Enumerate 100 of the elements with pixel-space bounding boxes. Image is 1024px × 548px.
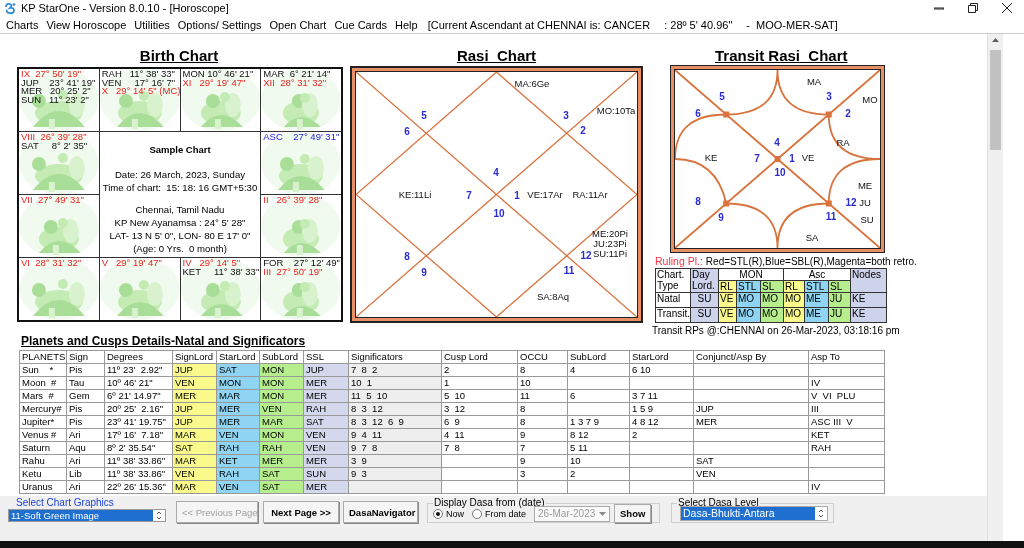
menu-item[interactable]: Charts <box>2 18 43 31</box>
menu-item[interactable]: View Horoscope <box>42 18 131 31</box>
planet-position-text: JUP 23° 41' 19" <box>21 78 97 88</box>
dropdown-arrow-icon <box>599 511 607 516</box>
house-number: 3 <box>826 90 832 102</box>
field-label: Select Chart Graphics <box>16 498 115 508</box>
column-header: Significators <box>348 350 442 364</box>
table-cell: Ari <box>66 454 105 468</box>
column-header: Cusp Lord <box>441 350 518 364</box>
table-cell: 8º 2' 35.54" <box>104 441 173 455</box>
house-number: 6 <box>695 107 701 119</box>
table-cell: Rahu <box>19 454 67 468</box>
table-cell: Aqu <box>66 441 105 455</box>
planet-position-text: SAT 8° 2' 35" <box>21 141 89 151</box>
table-cell: 6 10 <box>629 363 694 377</box>
restore-icon[interactable] <box>968 3 978 13</box>
table-cell: 3 <box>517 467 568 481</box>
chart-info-text: Chennai, Tamil Nadu <box>135 204 225 215</box>
table-cell: Saturn <box>19 441 67 455</box>
house-number: 12 <box>845 196 857 208</box>
table-cell: Ari <box>66 428 105 442</box>
status-text: [Current Ascendant at CHENNAI is: CANCER <box>427 18 651 31</box>
planet-position-text: SUN 11° 23' 2" <box>21 95 89 105</box>
planet-label: SU:11Pi <box>592 247 628 259</box>
chart-graphics-field[interactable]: 11-Soft Green Image <box>8 509 166 522</box>
table-cell: 10º 46' 21" <box>104 376 173 390</box>
house-number: 12 <box>580 249 592 261</box>
planet-label: RA <box>836 136 850 148</box>
table-header: MON <box>718 268 784 281</box>
house-number: 1 <box>514 189 520 201</box>
table-cell: 10 <box>517 376 568 390</box>
house-cusp-text: III 27° 50' 19" <box>263 267 324 277</box>
button[interactable]: Next Page >> <box>263 501 339 523</box>
table-cell: 8 <box>517 402 568 416</box>
chart-info-text: (Age: 0 Yrs. 0 month) <box>133 243 227 254</box>
table-cell: 1 3 7 9 <box>567 415 630 429</box>
house-number: 10 <box>774 166 786 178</box>
table-cell: 23º 41' 19.75" <box>104 415 173 429</box>
table-header: Nodes <box>850 268 887 293</box>
show-button[interactable]: Show <box>614 504 652 523</box>
chart-title: Birth Chart <box>138 47 220 65</box>
menu-item[interactable]: Utilities <box>130 18 174 31</box>
table-cell: Mercury# <box>19 402 67 416</box>
planet-position-text: MON 10° 46' 21" <box>182 70 255 79</box>
column-header: PLANETS <box>19 350 67 364</box>
table-cell: 4 <box>567 363 630 377</box>
chart-title: Rasi Chart <box>455 47 538 65</box>
close-icon[interactable] <box>1002 3 1012 13</box>
radio-button[interactable] <box>472 508 482 519</box>
radio-button[interactable] <box>433 508 443 519</box>
table-cell: Lib <box>66 467 105 481</box>
house-number: 7 <box>754 152 760 164</box>
table-cell: 22º 26' 15.36" <box>104 480 173 494</box>
menu-item[interactable]: Open Chart <box>265 18 331 31</box>
table-cell: 7 <box>517 441 568 455</box>
house-cusp-text: IX 27° 50' 19" <box>21 70 83 79</box>
column-header: Conjunct/Asp By <box>693 350 809 364</box>
table-cell: Moon # <box>19 376 67 390</box>
menu-item[interactable]: Help <box>391 18 422 31</box>
chart-info-text: KP New Ayanamsa : 24° 5' 28" <box>114 217 246 228</box>
planet-label: MO:10Ta <box>596 104 636 116</box>
dasa-level-field[interactable]: Dasa-Bhukti-Antara <box>680 506 828 521</box>
legend-text: Red=STL(R),Blue=SBL(R),Magenta=both retro. <box>705 255 917 267</box>
table-cell: KET <box>808 428 885 442</box>
house-number: 9 <box>718 211 724 223</box>
app-icon <box>4 1 17 15</box>
table-header: Asc <box>783 268 851 281</box>
planet-label: ME <box>857 179 873 191</box>
table-cell: Pis <box>66 363 105 377</box>
table-cell: Tau <box>66 376 105 390</box>
table-cell: 10 <box>567 454 630 468</box>
table-cell: 2 <box>567 467 630 481</box>
table-cell: 4 8 12 <box>629 415 694 429</box>
menu-item[interactable]: Cue Cards <box>330 18 391 31</box>
table-header: Chart. Type <box>655 268 691 293</box>
column-header: StarLord <box>629 350 694 364</box>
house-cusp-text: VI 28° 31' 32" <box>21 259 83 268</box>
table-cell: 9 <box>517 428 568 442</box>
house-number: 2 <box>845 107 851 119</box>
table-cell: RAH <box>808 441 885 455</box>
scrollbar-thumb[interactable] <box>990 50 1001 150</box>
table-cell: Sun * <box>19 363 67 377</box>
section-title: Planets and Cusps Details-Natal and Significators <box>21 334 307 350</box>
column-header: SSL <box>303 350 349 364</box>
button[interactable]: DasaNavigator <box>343 501 418 523</box>
table-cell: ASC III V <box>808 415 885 429</box>
table-cell: IV <box>808 480 885 494</box>
status-text: - MOO-MER-SAT] <box>746 18 838 31</box>
planet-label: KE:11Li <box>398 188 432 200</box>
house-cusp-text: X 29° 14' 5" (MC) <box>101 87 178 96</box>
table-cell: 1 <box>441 376 518 390</box>
table-cell: Ketu <box>19 467 67 481</box>
table-cell: 8 <box>517 415 568 429</box>
planet-position-text: ASC 27° 49' 31" <box>263 133 339 142</box>
window-title: KP StarOne - Version 8.0.10 - [Horoscope] <box>21 2 230 14</box>
column-header: OCCU <box>517 350 568 364</box>
menu-item[interactable]: Options/ Settings <box>173 18 266 31</box>
table-cell: 3 12 <box>441 402 518 416</box>
house-number: 4 <box>493 166 499 178</box>
house-number: 1 <box>789 152 795 164</box>
